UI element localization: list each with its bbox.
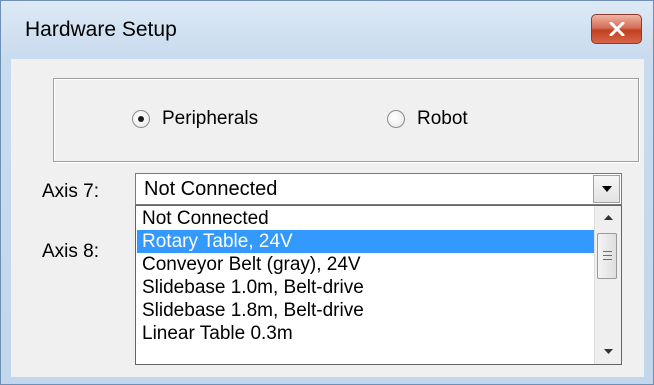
dropdown-item[interactable]: Not Connected — [137, 207, 595, 230]
chevron-down-icon — [602, 186, 612, 192]
dropdown-scrollbar[interactable] — [594, 206, 621, 364]
mode-radio-group: Peripherals Robot — [53, 78, 639, 162]
axis7-combobox[interactable]: Not Connected — [135, 173, 622, 205]
radio-robot-indicator[interactable] — [387, 110, 405, 128]
scrollbar-thumb[interactable] — [597, 233, 617, 279]
radio-robot[interactable]: Robot — [387, 107, 468, 131]
dialog-client-area: Peripherals Robot Axis 7: Axis 8: Not Co… — [11, 59, 644, 377]
window-title: Hardware Setup — [25, 18, 177, 41]
radio-peripherals-label[interactable]: Peripherals — [162, 108, 258, 130]
title-bar[interactable]: Hardware Setup — [1, 1, 653, 57]
axis7-selected-value: Not Connected — [144, 178, 278, 200]
close-x-icon — [609, 22, 625, 36]
dropdown-item[interactable]: Conveyor Belt (gray), 24V — [137, 253, 595, 276]
close-button[interactable] — [591, 14, 642, 44]
radio-peripherals[interactable]: Peripherals — [132, 107, 258, 131]
radio-peripherals-indicator[interactable] — [132, 110, 150, 128]
radio-robot-label[interactable]: Robot — [417, 108, 468, 130]
axis7-label: Axis 7: — [42, 181, 100, 202]
dropdown-item[interactable]: Slidebase 1.8m, Belt-drive — [137, 299, 595, 322]
axis8-label: Axis 8: — [42, 241, 100, 262]
scroll-up-arrow-icon[interactable] — [604, 215, 613, 220]
hardware-setup-window: Hardware Setup Peripherals Robot Axis 7:… — [0, 0, 654, 385]
dropdown-item[interactable]: Linear Table 0.3m — [137, 322, 595, 345]
dropdown-item[interactable]: Rotary Table, 24V — [137, 230, 595, 253]
scroll-down-arrow-icon[interactable] — [604, 349, 613, 354]
axis7-dropdown-list[interactable]: Not Connected Rotary Table, 24V Conveyor… — [135, 205, 622, 365]
axis7-dropdown-button[interactable] — [593, 175, 620, 203]
dropdown-item[interactable]: Slidebase 1.0m, Belt-drive — [137, 276, 595, 299]
